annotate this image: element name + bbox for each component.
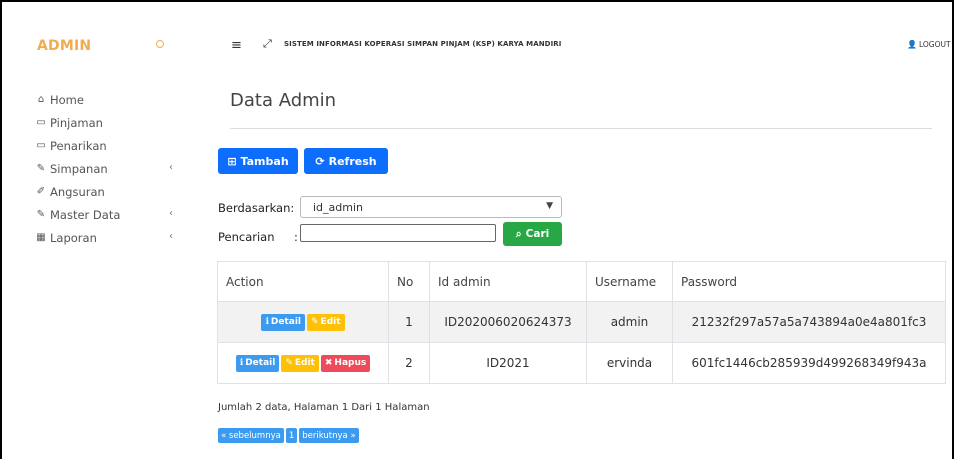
sidebar: ADMIN ⌂ Home ▭ Pinjaman ▭ Penarikan ✎ Simpanan ‹… [2, 2, 200, 459]
sidebar-item-label: Laporan [50, 230, 97, 245]
filter-by-label: Berdasarkan: [218, 201, 295, 215]
table-row: ℹ Detail ✎ Edit 1 ID202006020624373 admin 21232… [217, 301, 946, 343]
user-icon: 👤 [907, 40, 917, 49]
pencil-icon: ✐ [36, 186, 46, 197]
search-input[interactable] [300, 224, 496, 242]
info-icon: ℹ [239, 358, 244, 368]
credit-card-icon: ▭ [36, 140, 46, 151]
detail-button[interactable]: ℹ Detail [235, 354, 280, 372]
fullscreen-icon[interactable]: ⤢ [263, 37, 272, 51]
pagination-summary: Jumlah 2 data, Halaman 1 Dari 1 Halaman [218, 402, 430, 413]
calendar-icon: ▦ [36, 232, 46, 243]
credit-card-icon: ▭ [36, 117, 46, 128]
edit-icon: ✎ [36, 163, 46, 174]
logout-label: LOGOUT [918, 40, 951, 49]
action-cell: ℹ Detail ✎ Edit ✖ Hapus [217, 342, 389, 384]
close-icon: ✖ [324, 358, 333, 368]
home-icon: ⌂ [37, 94, 45, 105]
app-title: SISTEM INFORMASI KOPERASI SIMPAN PINJAM … [284, 40, 562, 48]
chevron-left-icon: ‹ [169, 208, 173, 219]
next-page-button[interactable]: berikutnya » [299, 428, 359, 443]
hapus-label: Hapus [334, 358, 367, 368]
column-header-id-admin: Id admin [429, 261, 587, 302]
edit-icon: ✎ [36, 209, 46, 220]
info-icon: ℹ [265, 317, 269, 327]
search-colon: : [294, 230, 298, 244]
prev-page-button[interactable]: « sebelumnya [218, 428, 284, 443]
sync-icon: ⟳ [315, 154, 325, 168]
column-header-username: Username [586, 261, 673, 302]
detail-label: Detail [270, 317, 301, 327]
table-row: ℹ Detail ✎ Edit ✖ Hapus 2 ID2021 ervinda 601fc144… [217, 342, 946, 384]
cell-username: ervinda [586, 342, 673, 384]
column-header-password: Password [672, 261, 946, 302]
sidebar-item-simpanan[interactable]: ✎ Simpanan ‹ [2, 157, 200, 180]
sidebar-item-pinjaman[interactable]: ▭ Pinjaman [2, 111, 200, 134]
cell-no: 2 [388, 342, 430, 384]
cari-button[interactable]: ⌕ Cari [503, 222, 562, 246]
title-divider [230, 128, 932, 129]
sidebar-item-angsuran[interactable]: ✐ Angsuran [2, 180, 200, 203]
chevron-left-icon: ‹ [169, 231, 173, 242]
sidebar-nav: ⌂ Home ▭ Pinjaman ▭ Penarikan ✎ Simpanan ‹ ✐ Angsu… [2, 88, 200, 249]
edit-label: Edit [294, 358, 315, 368]
search-label: Pencarian [218, 230, 275, 244]
sidebar-item-label: Pinjaman [50, 115, 103, 130]
table-header-row: Action No Id admin Username Password [217, 261, 946, 302]
sidebar-item-home[interactable]: ⌂ Home [2, 88, 200, 111]
top-navbar: ≡ ⤢ SISTEM INFORMASI KOPERASI SIMPAN PIN… [200, 2, 952, 82]
refresh-label: Refresh [328, 154, 377, 168]
filter-by-value: id_admin [313, 200, 364, 214]
edit-icon: ✎ [311, 317, 319, 327]
sidebar-item-penarikan[interactable]: ▭ Penarikan [2, 134, 200, 157]
action-cell: ℹ Detail ✎ Edit [217, 301, 389, 343]
chevron-down-icon: ▼ [546, 201, 553, 211]
pagination: « sebelumnya 1 berikutnya » [218, 428, 359, 443]
sidebar-item-laporan[interactable]: ▦ Laporan ‹ [2, 226, 200, 249]
cell-password: 21232f297a57a5a743894a0e4a801fc3 [672, 301, 946, 343]
cell-id-admin: ID2021 [429, 342, 587, 384]
edit-button[interactable]: ✎ Edit [281, 354, 319, 372]
sidebar-toggle-icon[interactable] [156, 40, 164, 48]
chevron-left-icon: ‹ [169, 162, 173, 173]
sidebar-item-label: Simpanan [50, 161, 108, 176]
edit-label: Edit [320, 317, 341, 327]
plus-square-icon: ⊞ [227, 154, 237, 168]
edit-icon: ✎ [285, 358, 293, 368]
cell-id-admin: ID202006020624373 [429, 301, 587, 343]
column-header-no: No [388, 261, 430, 302]
detail-button[interactable]: ℹ Detail [261, 313, 305, 331]
detail-label: Detail [245, 358, 276, 368]
sidebar-item-label: Angsuran [50, 184, 105, 199]
page-1-button[interactable]: 1 [285, 428, 298, 443]
tambah-label: Tambah [240, 154, 289, 168]
sidebar-item-label: Penarikan [50, 138, 107, 153]
cari-label: Cari [525, 228, 550, 240]
refresh-button[interactable]: ⟳ Refresh [304, 148, 388, 174]
search-icon: ⌕ [515, 227, 522, 240]
sidebar-item-label: Master Data [50, 207, 121, 222]
logout-link[interactable]: 👤 LOGOUT [907, 40, 951, 49]
hapus-button[interactable]: ✖ Hapus [320, 354, 371, 372]
filter-by-select[interactable]: id_admin ▼ [300, 196, 562, 218]
cell-password: 601fc1446cb285939d499268349f943a [672, 342, 946, 384]
brand-logo[interactable]: ADMIN [37, 38, 91, 54]
cell-username: admin [586, 301, 673, 343]
edit-button[interactable]: ✎ Edit [307, 313, 345, 331]
page-title: Data Admin [230, 90, 337, 111]
hamburger-menu-icon[interactable]: ≡ [231, 38, 242, 53]
cell-no: 1 [388, 301, 430, 343]
sidebar-item-master-data[interactable]: ✎ Master Data ‹ [2, 203, 200, 226]
tambah-button[interactable]: ⊞ Tambah [218, 148, 298, 174]
sidebar-item-label: Home [50, 92, 84, 107]
admin-table: Action No Id admin Username Password ℹ De… [217, 261, 946, 384]
column-header-action: Action [217, 261, 389, 302]
